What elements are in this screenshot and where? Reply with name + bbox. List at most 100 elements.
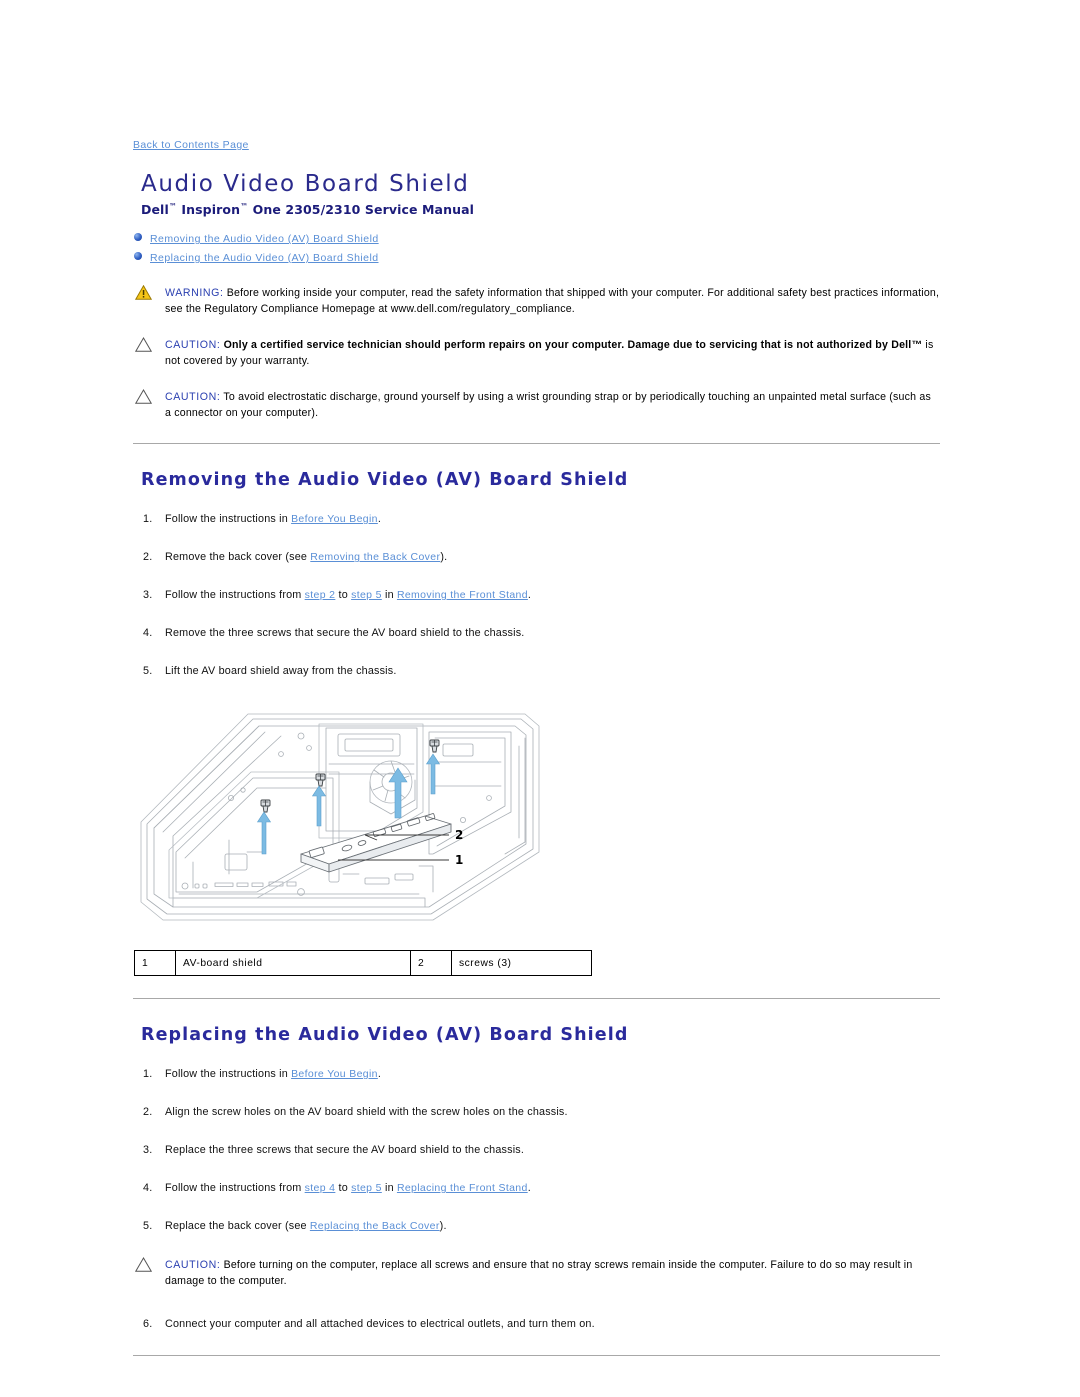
inline-text: Follow the instructions from: [165, 1182, 305, 1195]
inline-text: Follow the instructions in: [165, 1068, 292, 1081]
inline-text: in: [381, 589, 397, 602]
caution-triangle-icon: [135, 389, 152, 404]
callout-number-2: 2: [455, 828, 463, 842]
inline-link[interactable]: Replacing the Back Cover: [310, 1220, 440, 1232]
subtitle-dell: Dell: [141, 202, 169, 218]
step-text: Replace the three screws that secure the…: [165, 1144, 524, 1156]
steps-replacing: Follow the instructions in Before You Be…: [133, 1067, 940, 1234]
step-text: Remove the back cover (see Removing the …: [165, 551, 447, 563]
inline-link[interactable]: Before You Begin: [291, 1068, 378, 1080]
legend-label-2: screws (3): [451, 950, 592, 977]
section-heading-replacing: Replacing the Audio Video (AV) Board Shi…: [141, 1025, 629, 1046]
step-item: Follow the instructions from step 4 to s…: [133, 1181, 940, 1196]
caution-notice-text: CAUTION: To avoid electrostatic discharg…: [165, 389, 940, 421]
step-text: Align the screw holes on the AV board sh…: [165, 1106, 568, 1118]
legend-label-1: AV-board shield: [175, 950, 411, 977]
page-subtitle: Dell™ Inspiron™ One 2305/2310 Service Ma…: [141, 202, 940, 217]
step-item: Connect your computer and all attached d…: [133, 1317, 940, 1332]
inline-link[interactable]: Before You Begin: [291, 513, 378, 525]
bullet-icon: [134, 252, 142, 261]
step-text: Connect your computer and all attached d…: [165, 1318, 595, 1330]
inline-text: ).: [440, 551, 448, 564]
divider: [133, 1355, 940, 1357]
page-title: Audio Video Board Shield: [141, 171, 470, 197]
caution-triangle-icon: [135, 1257, 152, 1272]
caution-notice-stray-screws: CAUTION: Before turning on the computer,…: [133, 1257, 940, 1289]
step-item: Follow the instructions in Before You Be…: [133, 1067, 940, 1082]
page-content: Back to Contents Page Audio Video Board …: [133, 135, 940, 1357]
caution-body-bold: Only a certified service technician shou…: [220, 339, 923, 352]
inline-text: Remove the back cover (see: [165, 551, 311, 564]
steps-replacing-final: Connect your computer and all attached d…: [133, 1317, 940, 1332]
trademark-icon: ™: [168, 202, 177, 211]
table-row: 1 AV-board shield 2 screws (3): [134, 950, 592, 977]
caution-notice-esd: CAUTION: To avoid electrostatic discharg…: [133, 389, 940, 421]
section-heading-removing: Removing the Audio Video (AV) Board Shie…: [141, 470, 629, 491]
inline-text: Connect your computer and all attached d…: [165, 1318, 595, 1331]
caution-triangle-icon: [135, 337, 152, 352]
toc-link-replacing[interactable]: Replacing the Audio Video (AV) Board Shi…: [150, 252, 379, 264]
chassis-illustration: 1 2: [140, 713, 540, 921]
subtitle-model: One 2305/2310 Service Manual: [248, 202, 474, 218]
toc-link-removing[interactable]: Removing the Audio Video (AV) Board Shie…: [150, 233, 379, 245]
step-text: Follow the instructions from step 2 to s…: [165, 589, 531, 601]
inline-text: to: [335, 1182, 352, 1195]
service-manual-page: Back to Contents Page Audio Video Board …: [0, 0, 1080, 1397]
caution-notice-text: CAUTION: Only a certified service techni…: [165, 337, 940, 369]
inline-link[interactable]: step 5: [351, 589, 382, 601]
step-item: Follow the instructions from step 2 to s…: [133, 588, 940, 603]
warning-notice-text: WARNING: Before working inside your comp…: [165, 285, 940, 317]
inline-link[interactable]: step 4: [305, 1182, 336, 1194]
warning-triangle-icon: [135, 285, 152, 300]
inline-link[interactable]: Removing the Back Cover: [310, 551, 440, 563]
step-text: Lift the AV board shield away from the c…: [165, 665, 397, 677]
step-item: Replace the back cover (see Replacing th…: [133, 1219, 940, 1234]
step-text: Follow the instructions in Before You Be…: [165, 513, 381, 525]
list-item: Replacing the Audio Video (AV) Board Shi…: [133, 250, 940, 265]
inline-link[interactable]: Removing the Front Stand: [397, 589, 528, 601]
inline-link[interactable]: Replacing the Front Stand: [397, 1182, 528, 1194]
step-item: Remove the back cover (see Removing the …: [133, 550, 940, 565]
step-item: Follow the instructions in Before You Be…: [133, 512, 940, 527]
divider: [133, 443, 940, 445]
back-to-contents-link[interactable]: Back to Contents Page: [133, 139, 249, 151]
inline-text: .: [377, 513, 382, 526]
inline-text: .: [377, 1068, 382, 1081]
legend-number-2: 2: [410, 950, 452, 977]
figure-av-board-shield: 1 2: [133, 702, 940, 942]
legend-number-1: 1: [134, 950, 176, 977]
warning-label: WARNING:: [165, 287, 224, 300]
inline-text: to: [335, 589, 352, 602]
inline-text: in: [381, 1182, 397, 1195]
warning-notice: WARNING: Before working inside your comp…: [133, 285, 940, 317]
warning-body: Before working inside your computer, rea…: [165, 287, 940, 316]
step-text: Replace the back cover (see Replacing th…: [165, 1220, 447, 1232]
caution-label: CAUTION:: [165, 391, 221, 404]
bullet-icon: [134, 233, 142, 242]
inline-link[interactable]: step 5: [351, 1182, 382, 1194]
list-item: Removing the Audio Video (AV) Board Shie…: [133, 231, 940, 246]
figure-legend-table: 1 AV-board shield 2 screws (3): [134, 950, 592, 977]
inline-link[interactable]: step 2: [305, 589, 336, 601]
inline-text: Remove the three screws that secure the …: [165, 627, 525, 640]
inline-text: .: [527, 589, 532, 602]
inline-text: Follow the instructions in: [165, 513, 292, 526]
caution-label: CAUTION:: [165, 1259, 221, 1272]
caution-notice-certified: CAUTION: Only a certified service techni…: [133, 337, 940, 369]
divider: [133, 998, 940, 1000]
caution-body: To avoid electrostatic discharge, ground…: [165, 391, 931, 420]
step-item: Align the screw holes on the AV board sh…: [133, 1105, 940, 1120]
inline-text: Replace the back cover (see: [165, 1220, 310, 1233]
inline-text: .: [527, 1182, 531, 1195]
step-item: Replace the three screws that secure the…: [133, 1143, 940, 1158]
step-item: Remove the three screws that secure the …: [133, 626, 940, 641]
caution-label: CAUTION:: [165, 339, 221, 352]
callout-number-1: 1: [455, 853, 463, 867]
inline-text: Align the screw holes on the AV board sh…: [165, 1106, 568, 1119]
inline-text: Replace the three screws that secure the…: [165, 1144, 525, 1157]
step-text: Follow the instructions from step 4 to s…: [165, 1182, 531, 1194]
steps-removing: Follow the instructions in Before You Be…: [133, 512, 940, 679]
step-text: Follow the instructions in Before You Be…: [165, 1068, 381, 1080]
step-text: Remove the three screws that secure the …: [165, 627, 524, 639]
step-item: Lift the AV board shield away from the c…: [133, 664, 940, 679]
